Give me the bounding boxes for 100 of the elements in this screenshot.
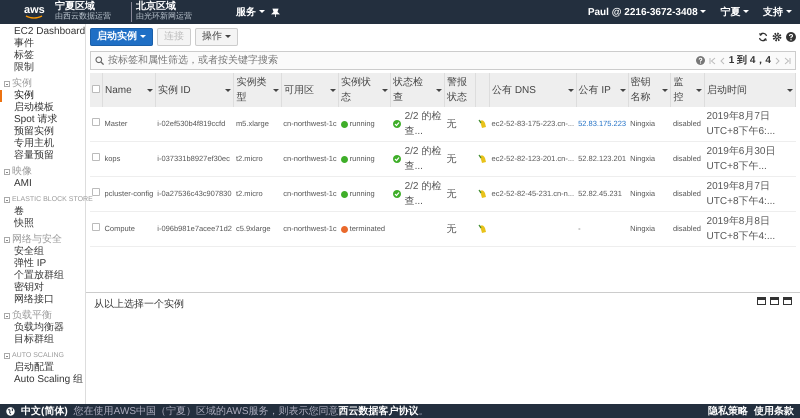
- sidebar-item[interactable]: 容量预留: [0, 150, 85, 162]
- column-header[interactable]: 实例 ID: [158, 82, 191, 98]
- sidebar-item[interactable]: 标签: [0, 50, 85, 62]
- table-cell: 无: [446, 154, 457, 164]
- table-cell: 无: [446, 188, 457, 200]
- region-operator: 由西云数据运营: [54, 13, 111, 21]
- caret-icon: [696, 88, 702, 92]
- caret-icon: [568, 88, 574, 92]
- sidebar-item[interactable]: Spot 请求: [0, 114, 85, 126]
- refresh-icon[interactable]: [758, 32, 768, 42]
- region-menu: 宁夏: [720, 4, 750, 20]
- row-checkbox[interactable]: [92, 223, 100, 232]
- caret-icon: [787, 88, 793, 92]
- sidebar-item[interactable]: 网络接口: [0, 294, 85, 306]
- section-heading: 负载平衡: [12, 310, 52, 322]
- sidebar-item[interactable]: 实例: [0, 90, 85, 102]
- caret-icon: [662, 88, 668, 92]
- check-icon: [392, 190, 401, 198]
- region-name: 北京区域: [136, 1, 176, 12]
- caret-icon: [330, 88, 336, 92]
- table-cell: 无: [446, 118, 457, 130]
- search-icon: [95, 56, 104, 65]
- check-icon: [392, 155, 401, 163]
- layout-top-icon[interactable]: [783, 297, 792, 305]
- table-cell-text: 2/2 的检查...: [404, 180, 442, 209]
- collapse-icon[interactable]: [4, 313, 10, 319]
- layout-split-icon[interactable]: [770, 297, 779, 305]
- aws-logo[interactable]: aws: [24, 6, 45, 18]
- help-icon[interactable]: [786, 32, 796, 42]
- support-menu: 支持: [763, 4, 792, 20]
- layout-bottom-icon[interactable]: [757, 297, 766, 305]
- sidebar-item[interactable]: 事件: [0, 38, 85, 50]
- table-cell-text: 2/2 的检查...: [404, 110, 442, 139]
- caret-icon: [225, 88, 232, 92]
- caret-icon: [146, 88, 153, 92]
- first-page-icon[interactable]: [708, 56, 716, 64]
- services-menu[interactable]: 服务: [236, 4, 265, 20]
- collapse-icon[interactable]: [4, 353, 10, 359]
- sidebar-item[interactable]: 目标群组: [0, 334, 85, 346]
- caret-icon: [620, 88, 626, 92]
- search-bar[interactable]: 按标签和属性筛选，或者按关键字搜索 1 到 4，4: [90, 51, 796, 70]
- language-selector[interactable]: 中文(简体): [21, 404, 68, 418]
- sidebar-item[interactable]: 弹性 IP: [0, 258, 85, 270]
- sidebar-item[interactable]: 限制: [0, 62, 85, 74]
- footer-link[interactable]: 隐私策略: [708, 404, 748, 418]
- table-cell-text: 2/2 的检查...: [404, 144, 442, 174]
- smile-icon: [25, 14, 44, 18]
- sidebar-item[interactable]: 卷: [0, 206, 85, 218]
- caret-icon: [743, 10, 750, 14]
- row-checkbox[interactable]: [92, 188, 100, 196]
- table-cell: 2019年8月7日 UTC+8下午6:...: [706, 111, 776, 137]
- collapse-icon[interactable]: [4, 81, 10, 87]
- table-cell: 无: [446, 224, 457, 234]
- row-checkbox[interactable]: [92, 118, 100, 126]
- settings-icon[interactable]: [772, 32, 782, 42]
- sidebar-item[interactable]: 快照: [0, 218, 85, 230]
- sidebar-item[interactable]: EC2 Dashboard: [0, 26, 85, 38]
- caret-icon: [700, 10, 706, 14]
- collapse-icon[interactable]: [4, 237, 10, 243]
- search-field[interactable]: 按标签和属性筛选，或者按关键字搜索: [108, 53, 692, 68]
- caret-icon: [786, 10, 792, 14]
- sidebar-item[interactable]: 启动模板: [0, 102, 85, 114]
- row-checkbox[interactable]: [92, 153, 100, 162]
- table-cell: 2019年6月30日 UTC+8下午...: [706, 146, 776, 172]
- globe-icon[interactable]: [6, 406, 15, 416]
- table-cell: 2019年8月8日 UTC+8下午4:...: [706, 216, 776, 242]
- footer-link[interactable]: 使用条款: [754, 404, 794, 418]
- sidebar-item[interactable]: 启动配置: [0, 362, 85, 374]
- next-page-icon[interactable]: [775, 56, 780, 64]
- select-all-checkbox[interactable]: [92, 84, 100, 92]
- caret-icon: [436, 88, 442, 92]
- sidebar-item[interactable]: 安全组: [0, 246, 85, 258]
- column-header[interactable]: 启动时间: [707, 82, 748, 98]
- sidebar-item[interactable]: Auto Scaling 组: [0, 374, 85, 386]
- sidebar-item[interactable]: 密钥对: [0, 282, 85, 294]
- sidebar-item[interactable]: 预留实例: [0, 126, 85, 138]
- actions-button[interactable]: 操作: [194, 28, 238, 46]
- detail-message: 从以上选择一个实例: [94, 298, 184, 312]
- sidebar-item[interactable]: AMI: [0, 178, 85, 190]
- last-page-icon[interactable]: [784, 56, 791, 64]
- section-heading: 映像: [12, 166, 32, 178]
- region-operator: 由光环新网运营: [136, 13, 192, 21]
- table-cell: 2019年8月7日 UTC+8下午4:...: [706, 181, 776, 207]
- footer-notice: 您在使用AWS中国（宁夏）区域的AWS服务，则表示您同意西云数据客户协议。: [74, 404, 428, 418]
- section-heading: 实例: [12, 78, 32, 90]
- check-icon: [392, 120, 401, 128]
- caret-icon: [272, 88, 279, 92]
- sidebar-item[interactable]: 负载均衡器: [0, 322, 85, 334]
- pin-icon[interactable]: [270, 8, 280, 16]
- region-name: 宁夏区域: [54, 1, 95, 12]
- launch-button[interactable]: 启动实例: [90, 28, 153, 46]
- sidebar-item[interactable]: 专用主机: [0, 138, 85, 150]
- pagination-range: 1 到 4，4: [728, 54, 771, 68]
- caret-icon: [224, 34, 231, 38]
- caret-icon: [140, 34, 146, 38]
- previous-page-icon[interactable]: [720, 56, 725, 64]
- collapse-icon[interactable]: [4, 197, 10, 203]
- section-heading: 网络与安全: [12, 234, 62, 246]
- collapse-icon[interactable]: [4, 169, 10, 175]
- sidebar-item[interactable]: 个置放群组: [0, 270, 85, 282]
